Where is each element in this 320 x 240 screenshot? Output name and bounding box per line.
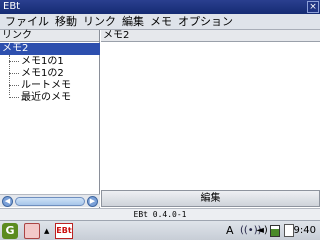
battery-icon[interactable] [270, 225, 280, 237]
tree-item-label: ルートメモ [21, 80, 71, 91]
clock[interactable]: 9:40 [294, 224, 316, 238]
menubar: ファイル 移動 リンク 編集 メモ オプション [0, 14, 320, 30]
menu-edit[interactable]: 編集 [119, 14, 147, 29]
link-tree: メモ2 メモ1の1 メモ1の2 ルートメモ 最近のメモ [0, 42, 100, 192]
menu-options[interactable]: オプション [175, 14, 236, 29]
ebt-taskbar-icon[interactable]: EBt [55, 223, 73, 239]
taskbar: G ▲ EBt A ((•)) ◄) 9:40 [0, 220, 320, 240]
tree-item-label: 最近のメモ [21, 92, 71, 103]
menu-move[interactable]: 移動 [52, 14, 80, 29]
edit-button[interactable]: 編集 [101, 190, 320, 207]
input-method-icon[interactable]: A [226, 224, 234, 237]
clipboard-icon[interactable] [284, 224, 294, 237]
scroll-right-icon[interactable]: ▶ [87, 196, 98, 207]
tree-item[interactable]: 最近のメモ [9, 92, 71, 104]
volume-icon[interactable]: ◄) [256, 223, 268, 239]
menu-memo[interactable]: メモ [147, 14, 175, 29]
application-launcher-icon[interactable] [24, 223, 40, 239]
link-pane-header: リンク [0, 30, 99, 42]
memo-pane: メモ2 編集 [101, 30, 320, 208]
menu-file[interactable]: ファイル [2, 14, 52, 29]
tree-connector [9, 96, 19, 98]
tree-item-root-selected[interactable]: メモ2 [0, 43, 100, 55]
tree-connector [9, 84, 19, 86]
window-title: EBt [3, 1, 21, 12]
tree-connector [9, 72, 19, 74]
link-pane: リンク メモ2 メモ1の1 メモ1の2 ルートメモ 最近のメモ ◀ ▶ [0, 30, 100, 208]
tree-connector [9, 60, 19, 62]
wifi-icon[interactable]: ((•)) [240, 223, 262, 239]
tray-expand-icon[interactable]: ▲ [44, 227, 49, 235]
scroll-left-icon[interactable]: ◀ [2, 196, 13, 207]
tree-item-label: メモ1の2 [21, 68, 64, 79]
memo-pane-header: メモ2 [101, 30, 320, 42]
tree-item[interactable]: ルートメモ [9, 80, 71, 92]
memo-content-area[interactable] [101, 42, 320, 190]
menu-link[interactable]: リンク [80, 14, 119, 29]
horizontal-scrollbar[interactable]: ◀ ▶ [0, 194, 100, 207]
tree-item[interactable]: メモ1の1 [9, 56, 64, 68]
battery-level [271, 229, 279, 236]
start-menu-icon[interactable]: G [2, 223, 18, 239]
tree-item-label: メモ1の1 [21, 56, 64, 67]
window-titlebar: EBt × [0, 0, 320, 14]
close-button[interactable]: × [307, 1, 319, 13]
tree-item[interactable]: メモ1の2 [9, 68, 64, 80]
status-line: EBt 0.4.0-1 [0, 208, 320, 220]
scroll-thumb[interactable] [15, 197, 85, 206]
